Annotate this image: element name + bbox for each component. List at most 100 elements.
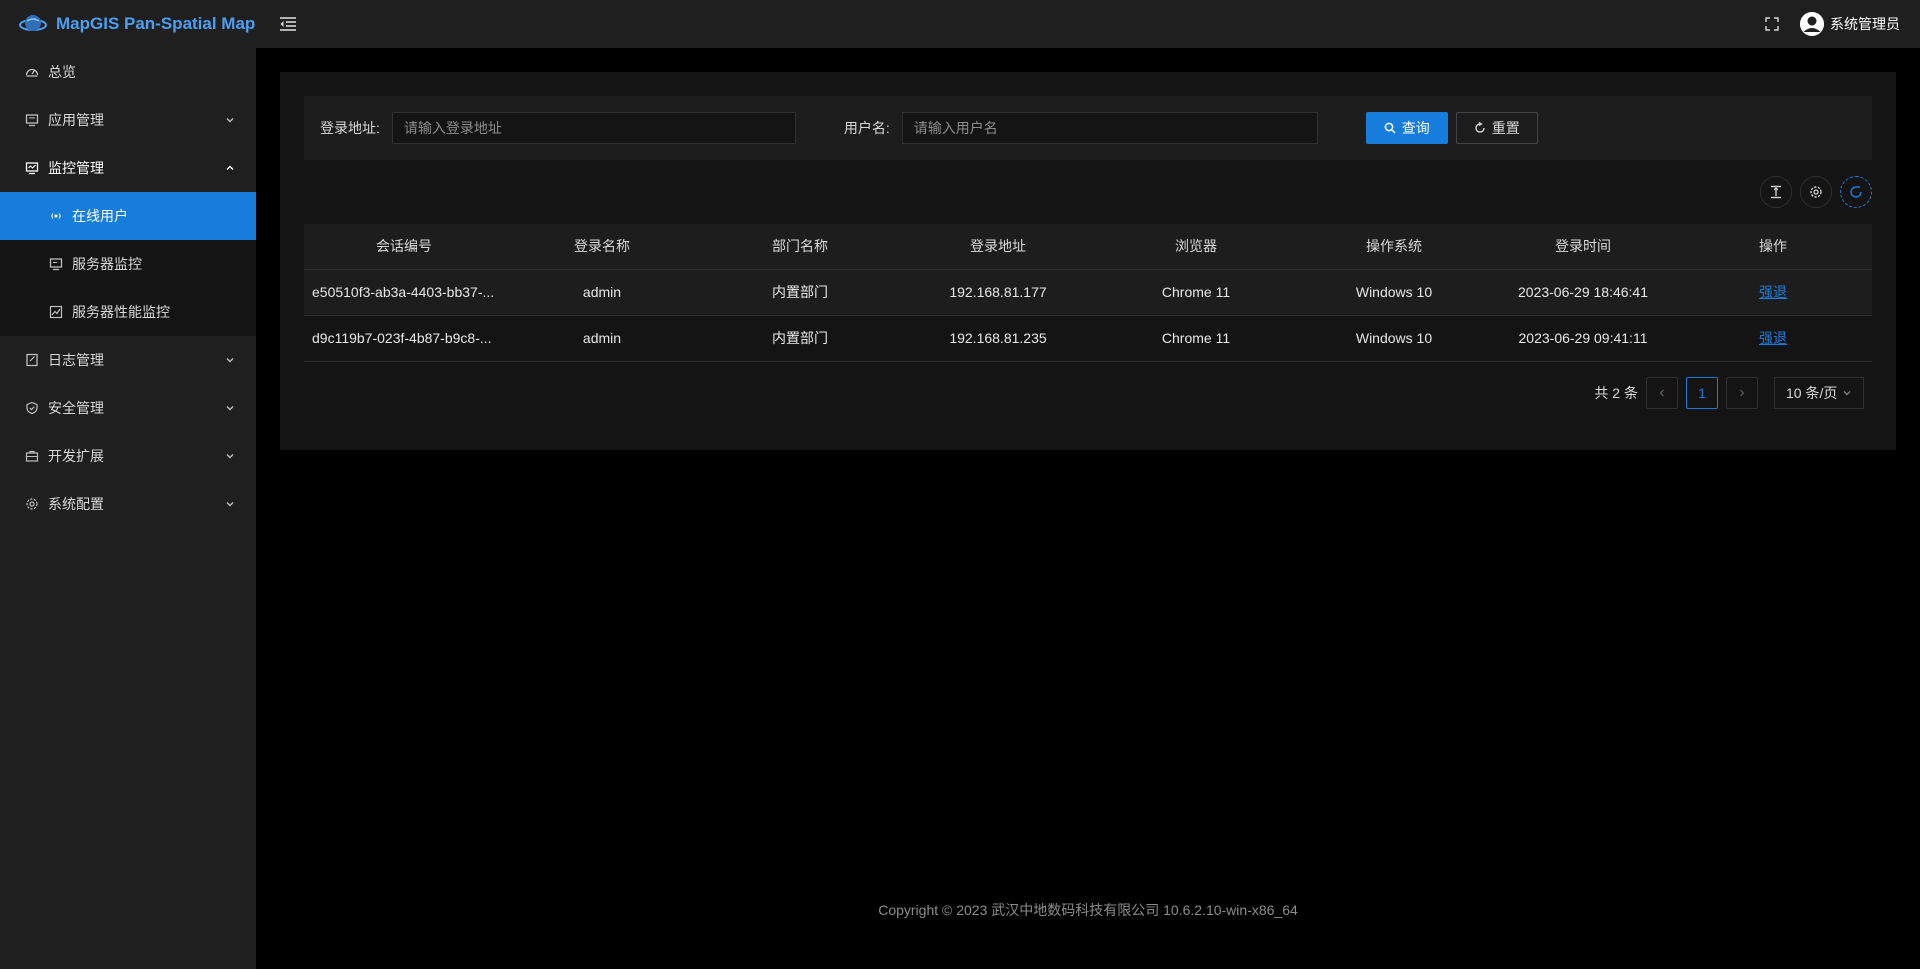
sidebar-item-server-performance[interactable]: 服务器性能监控 bbox=[0, 288, 256, 336]
sidebar: MapGIS Pan-Spatial Map 总览 应用管理 监控管理 在线用户… bbox=[0, 0, 256, 969]
query-button-label: 查询 bbox=[1401, 120, 1430, 136]
force-logout-link[interactable]: 强退 bbox=[1759, 330, 1787, 346]
column-header: 操作系统 bbox=[1296, 224, 1492, 270]
sidebar-item-monitor-management[interactable]: 监控管理 bbox=[0, 144, 256, 192]
action-cell: 强退 bbox=[1674, 269, 1872, 316]
search-form: 登录地址: 请输入登录地址 用户名: 请输入用户名 查询 重置 bbox=[304, 96, 1872, 160]
pagination: 共 2 条 1 10 条/页 bbox=[1594, 377, 1864, 409]
column-header: 登录名称 bbox=[504, 224, 700, 270]
chevron-left-icon bbox=[1659, 389, 1664, 397]
username-input[interactable]: 请输入用户名 bbox=[901, 112, 1318, 144]
dept-cell: 内置部门 bbox=[700, 315, 900, 362]
sidebar-item-label: 日志管理 bbox=[48, 352, 104, 368]
search-icon bbox=[1384, 122, 1396, 134]
chevron-right-icon bbox=[1740, 389, 1745, 397]
menu-fold-icon[interactable] bbox=[278, 14, 298, 34]
login-name-cell: admin bbox=[504, 315, 700, 362]
setting-icon[interactable] bbox=[1800, 176, 1832, 208]
table-toolbar bbox=[1760, 176, 1872, 208]
page-size-select[interactable]: 10 条/页 bbox=[1774, 377, 1864, 409]
sidebar-item-online-users[interactable]: 在线用户 bbox=[0, 192, 256, 240]
reset-button-label: 重置 bbox=[1491, 120, 1520, 136]
column-header: 登录时间 bbox=[1492, 224, 1674, 270]
sidebar-item-overview[interactable]: 总览 bbox=[0, 48, 256, 96]
fullscreen-icon[interactable] bbox=[1764, 16, 1780, 32]
login-address-input[interactable]: 请输入登录地址 bbox=[391, 112, 796, 144]
sidebar-item-label: 系统配置 bbox=[48, 496, 104, 512]
sidebar-item-security-management[interactable]: 安全管理 bbox=[0, 384, 256, 432]
column-header: 部门名称 bbox=[700, 224, 900, 270]
logo[interactable]: MapGIS Pan-Spatial Map bbox=[0, 0, 256, 48]
globe-logo-icon bbox=[19, 15, 47, 31]
table-row: e50510f3-ab3a-4403-bb37-... admin 内置部门 1… bbox=[304, 269, 1872, 316]
reset-button[interactable]: 重置 bbox=[1455, 112, 1538, 144]
app-title: MapGIS Pan-Spatial Map bbox=[56, 14, 256, 33]
footer-copyright: Copyright © 2023 武汉中地数码科技有限公司 10.6.2.10-… bbox=[878, 902, 1298, 918]
monitor-icon bbox=[24, 160, 40, 176]
page-size-value: 10 条/页 bbox=[1786, 385, 1838, 401]
sidebar-item-log-management[interactable]: 日志管理 bbox=[0, 336, 256, 384]
query-button[interactable]: 查询 bbox=[1365, 112, 1448, 144]
force-logout-link[interactable]: 强退 bbox=[1759, 284, 1787, 300]
page-1-button[interactable]: 1 bbox=[1686, 377, 1718, 409]
sidebar-item-label: 应用管理 bbox=[48, 112, 104, 128]
sidebar-item-label: 服务器性能监控 bbox=[72, 304, 170, 320]
sidebar-item-dev-extension[interactable]: 开发扩展 bbox=[0, 432, 256, 480]
column-height-icon[interactable] bbox=[1760, 176, 1792, 208]
screen-icon bbox=[48, 256, 64, 272]
ip-cell: 192.168.81.235 bbox=[900, 315, 1096, 362]
online-users-table: 会话编号 登录名称 部门名称 登录地址 浏览器 操作系统 登录时间 操作 e50… bbox=[304, 224, 1872, 362]
sidebar-item-label: 开发扩展 bbox=[48, 448, 104, 464]
username-label: 用户名: bbox=[843, 120, 890, 136]
reload-icon bbox=[1475, 122, 1485, 133]
browser-cell: Chrome 11 bbox=[1096, 315, 1296, 362]
user-menu[interactable]: 系统管理员 bbox=[1800, 12, 1900, 36]
gear-icon bbox=[24, 496, 40, 512]
column-header: 操作 bbox=[1674, 224, 1872, 270]
column-header: 登录地址 bbox=[900, 224, 1096, 270]
broadcast-icon bbox=[48, 208, 64, 224]
os-cell: Windows 10 bbox=[1296, 269, 1492, 316]
line-chart-icon bbox=[48, 304, 64, 320]
chevron-down-icon bbox=[224, 114, 236, 126]
sidebar-item-label: 总览 bbox=[48, 64, 76, 80]
session-id-cell: e50510f3-ab3a-4403-bb37-... bbox=[304, 269, 504, 316]
top-header: 系统管理员 bbox=[256, 0, 1920, 48]
sidebar-item-app-management[interactable]: 应用管理 bbox=[0, 96, 256, 144]
online-users-card: 登录地址: 请输入登录地址 用户名: 请输入用户名 查询 重置 会话编号 登录名… bbox=[280, 72, 1896, 450]
avatar bbox=[1800, 12, 1824, 36]
os-cell: Windows 10 bbox=[1296, 315, 1492, 362]
table-header-row: 会话编号 登录名称 部门名称 登录地址 浏览器 操作系统 登录时间 操作 bbox=[304, 224, 1872, 270]
sidebar-item-system-config[interactable]: 系统配置 bbox=[0, 480, 256, 528]
sidebar-menu: 总览 应用管理 监控管理 在线用户 服务器监控 服务器性能监控 日志管理 安全管… bbox=[0, 48, 256, 528]
sidebar-item-label: 服务器监控 bbox=[72, 256, 142, 272]
login-address-label: 登录地址: bbox=[320, 120, 380, 136]
toolbox-icon bbox=[24, 448, 40, 464]
prev-page-button[interactable] bbox=[1646, 377, 1678, 409]
app-icon bbox=[24, 112, 40, 128]
column-header: 会话编号 bbox=[304, 224, 504, 270]
dept-cell: 内置部门 bbox=[700, 269, 900, 316]
header-right: 系统管理员 bbox=[1764, 0, 1900, 48]
chevron-down-icon bbox=[224, 450, 236, 462]
shield-icon bbox=[24, 400, 40, 416]
sidebar-item-server-monitor[interactable]: 服务器监控 bbox=[0, 240, 256, 288]
login-time-cell: 2023-06-29 18:46:41 bbox=[1492, 269, 1674, 316]
chevron-down-icon bbox=[224, 354, 236, 366]
next-page-button[interactable] bbox=[1726, 377, 1758, 409]
user-name: 系统管理员 bbox=[1830, 16, 1900, 32]
chevron-up-icon bbox=[224, 162, 236, 174]
monitor-submenu: 在线用户 服务器监控 服务器性能监控 bbox=[0, 192, 256, 336]
sidebar-item-label: 安全管理 bbox=[48, 400, 104, 416]
chevron-down-icon bbox=[1843, 391, 1851, 396]
session-id-cell: d9c119b7-023f-4b87-b9c8-... bbox=[304, 315, 504, 362]
column-header: 浏览器 bbox=[1096, 224, 1296, 270]
login-name-cell: admin bbox=[504, 269, 700, 316]
table-row: d9c119b7-023f-4b87-b9c8-... admin 内置部门 1… bbox=[304, 315, 1872, 362]
dashboard-icon bbox=[24, 64, 40, 80]
sidebar-item-label: 在线用户 bbox=[72, 208, 128, 224]
log-icon bbox=[24, 352, 40, 368]
refresh-icon[interactable] bbox=[1840, 176, 1872, 208]
sidebar-item-label: 监控管理 bbox=[48, 160, 104, 176]
chevron-down-icon bbox=[224, 402, 236, 414]
